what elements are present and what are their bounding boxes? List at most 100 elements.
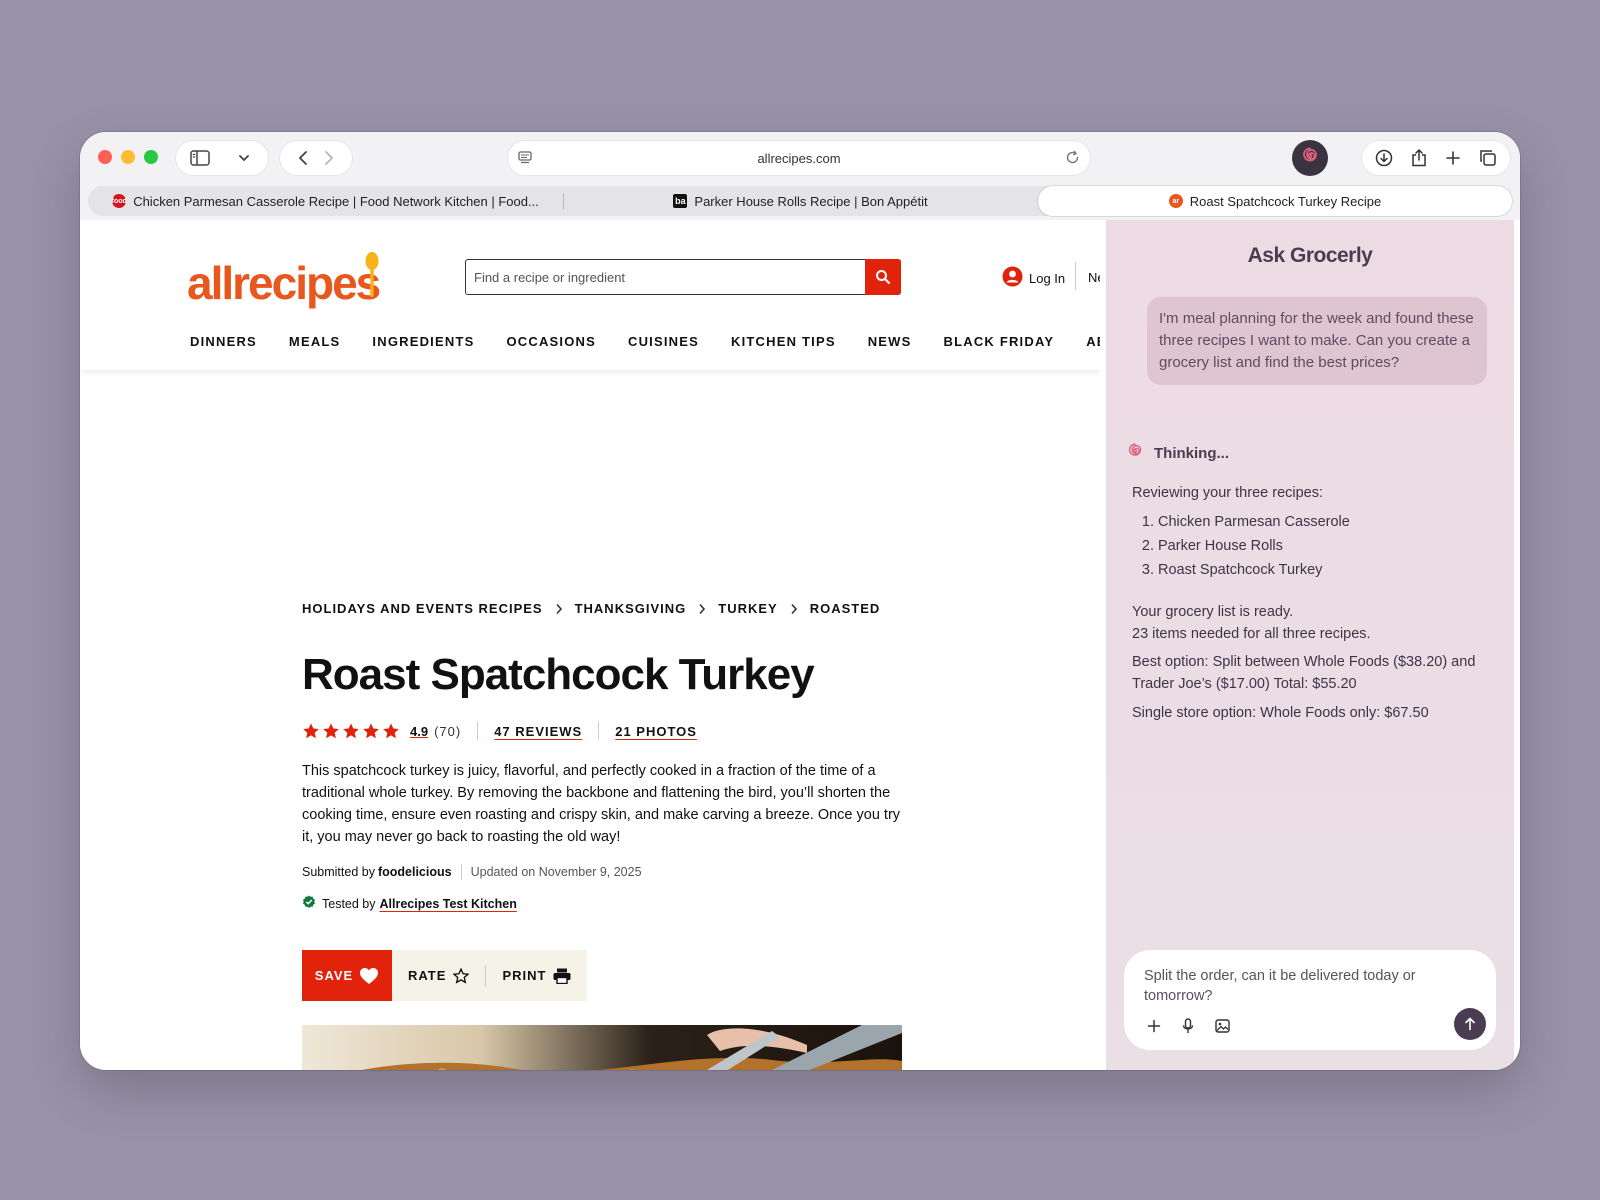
list-item: Parker House Rolls (1158, 534, 1492, 558)
reviews-link[interactable]: 47 REVIEWS (494, 724, 582, 739)
grocery-ready: Your grocery list is ready. 23 items nee… (1132, 601, 1492, 645)
ready-line: Your grocery list is ready. (1132, 604, 1294, 620)
nav-dinners[interactable]: DINNERS (190, 334, 257, 349)
message-input[interactable] (1144, 966, 1474, 1010)
verified-check-icon (302, 895, 316, 912)
microphone-icon[interactable] (1174, 1012, 1202, 1040)
nav-news[interactable]: NEWS (868, 334, 912, 349)
star-icon (343, 723, 359, 739)
item-count-line: 23 items needed for all three recipes. (1132, 626, 1371, 642)
newsletter-link[interactable]: Ne (1088, 270, 1100, 285)
rate-label: RATE (408, 968, 447, 983)
allrecipes-favicon-icon: ar (1168, 194, 1183, 208)
new-tab-icon[interactable] (1439, 144, 1467, 172)
list-item: Chicken Parmesan Casserole (1158, 510, 1492, 534)
tab-label: Parker House Rolls Recipe | Bon Appétit (694, 193, 928, 209)
nav-black-friday[interactable]: BLACK FRIDAY (944, 334, 1055, 349)
tab-overview-icon[interactable] (1474, 144, 1502, 172)
download-icon[interactable] (1370, 144, 1398, 172)
reader-mode-icon[interactable] (518, 151, 532, 170)
nav-occasions[interactable]: OCCASIONS (506, 334, 596, 349)
breadcrumb-item[interactable]: TURKEY (718, 601, 777, 616)
sidebar-controls (176, 141, 268, 175)
tab-label: Roast Spatchcock Turkey Recipe (1189, 193, 1382, 209)
search-input[interactable] (466, 260, 864, 294)
byline-divider (460, 864, 462, 880)
photos-link[interactable]: 21 PHOTOS (615, 724, 697, 739)
author-link[interactable]: foodelicious (378, 865, 452, 879)
nav-cuisines[interactable]: CUISINES (628, 334, 699, 349)
thinking-label: Thinking... (1154, 444, 1229, 462)
share-icon[interactable] (1405, 144, 1433, 172)
close-window-button[interactable] (98, 150, 112, 164)
breadcrumb-item[interactable]: HOLIDAYS AND EVENTS RECIPES (302, 601, 543, 616)
zoom-window-button[interactable] (144, 150, 158, 164)
breadcrumb: HOLIDAYS AND EVENTS RECIPES THANKSGIVING… (302, 601, 880, 616)
nav-meals[interactable]: MEALS (289, 334, 341, 349)
minimize-window-button[interactable] (121, 150, 135, 164)
grocerly-assistant-panel: Ask Grocerly I'm meal planning for the w… (1106, 220, 1514, 1070)
recipe-description: This spatchcock turkey is juicy, flavorf… (302, 763, 901, 845)
heart-icon (360, 967, 379, 984)
save-button[interactable]: SAVE (302, 950, 392, 1001)
nav-ingredients[interactable]: INGREDIENTS (372, 334, 474, 349)
forward-icon[interactable] (316, 144, 342, 172)
star-icon (363, 723, 379, 739)
tab-chicken-parmesan[interactable]: food Chicken Parmesan Casserole Recipe |… (88, 186, 563, 216)
rate-button[interactable]: RATE (392, 950, 485, 1001)
tab-parker-house-rolls[interactable]: ba Parker House Rolls Recipe | Bon Appét… (563, 186, 1038, 216)
grocerly-extension-button[interactable] (1292, 140, 1328, 176)
star-outline-icon (453, 967, 470, 984)
user-avatar-icon (1002, 266, 1023, 290)
nav-kitchen-tips[interactable]: KITCHEN TIPS (731, 334, 836, 349)
back-icon[interactable] (290, 144, 316, 172)
best-option: Best option: Split between Whole Foods (… (1132, 654, 1476, 692)
window-controls (98, 150, 158, 164)
tab-label: Chicken Parmesan Casserole Recipe | Food… (133, 193, 539, 209)
sidebar-toggle-icon[interactable] (186, 144, 214, 172)
print-button[interactable]: PRINT (486, 950, 587, 1001)
turkey-carving-photo (361, 1025, 902, 1070)
recipe-search (465, 259, 901, 295)
list-item: Roast Spatchcock Turkey (1158, 558, 1492, 582)
tab-strip: food Chicken Parmesan Casserole Recipe |… (88, 186, 1512, 216)
search-button[interactable] (865, 259, 901, 295)
recipe-list: Chicken Parmesan Casserole Parker House … (1132, 510, 1492, 582)
image-upload-icon[interactable] (1208, 1012, 1236, 1040)
tab-roast-spatchcock-turkey[interactable]: ar Roast Spatchcock Turkey Recipe (1038, 186, 1512, 216)
test-kitchen-link[interactable]: Allrecipes Test Kitchen (380, 897, 517, 911)
recipe-byline: Submitted by foodelicious Updated on Nov… (302, 864, 642, 880)
spoon-logo-icon (364, 251, 380, 304)
star-icon (303, 723, 319, 739)
chevron-down-icon[interactable] (230, 144, 258, 172)
rating-divider (477, 722, 479, 740)
allrecipes-logo[interactable]: allrecipes (187, 256, 381, 310)
site-header: allrecipes Log In Ne DINNERS MEALS (80, 220, 1100, 370)
spiral-icon (1126, 442, 1144, 464)
login-link[interactable]: Log In (1002, 266, 1065, 290)
recipe-hero-image[interactable] (302, 1025, 902, 1070)
star-rating[interactable] (302, 722, 400, 740)
address-bar[interactable]: allrecipes.com (508, 141, 1090, 175)
tab-bar: food Chicken Parmesan Casserole Recipe |… (80, 184, 1520, 220)
breadcrumb-item[interactable]: THANKSGIVING (575, 601, 687, 616)
user-message: I'm meal planning for the week and found… (1147, 297, 1487, 385)
chevron-right-icon (555, 603, 562, 614)
breadcrumb-item[interactable]: ROASTED (810, 601, 881, 616)
main-nav: DINNERS MEALS INGREDIENTS OCCASIONS CUIS… (190, 334, 1100, 349)
browser-window: allrecipes.com food Chicken Parmesan Cas… (80, 132, 1520, 1070)
chevron-right-icon (699, 603, 706, 614)
food-network-favicon-icon: food (112, 194, 127, 208)
response-intro: Reviewing your three recipes: (1132, 485, 1324, 501)
updated-date: Updated on November 9, 2025 (470, 865, 642, 879)
rating-row: 4.9 (70) 47 REVIEWS 21 PHOTOS (302, 722, 697, 740)
nav-about-us[interactable]: ABOUT US (1086, 334, 1100, 349)
bon-appetit-favicon-icon: ba (673, 194, 688, 208)
attach-plus-icon[interactable] (1140, 1012, 1168, 1040)
url-text[interactable]: allrecipes.com (757, 151, 840, 166)
rating-value[interactable]: 4.9 (410, 724, 428, 739)
single-store-option: Single store option: Whole Foods only: $… (1132, 705, 1429, 721)
send-button[interactable] (1454, 1008, 1486, 1040)
reload-icon[interactable] (1065, 150, 1080, 170)
toolbar-actions (1362, 141, 1510, 175)
